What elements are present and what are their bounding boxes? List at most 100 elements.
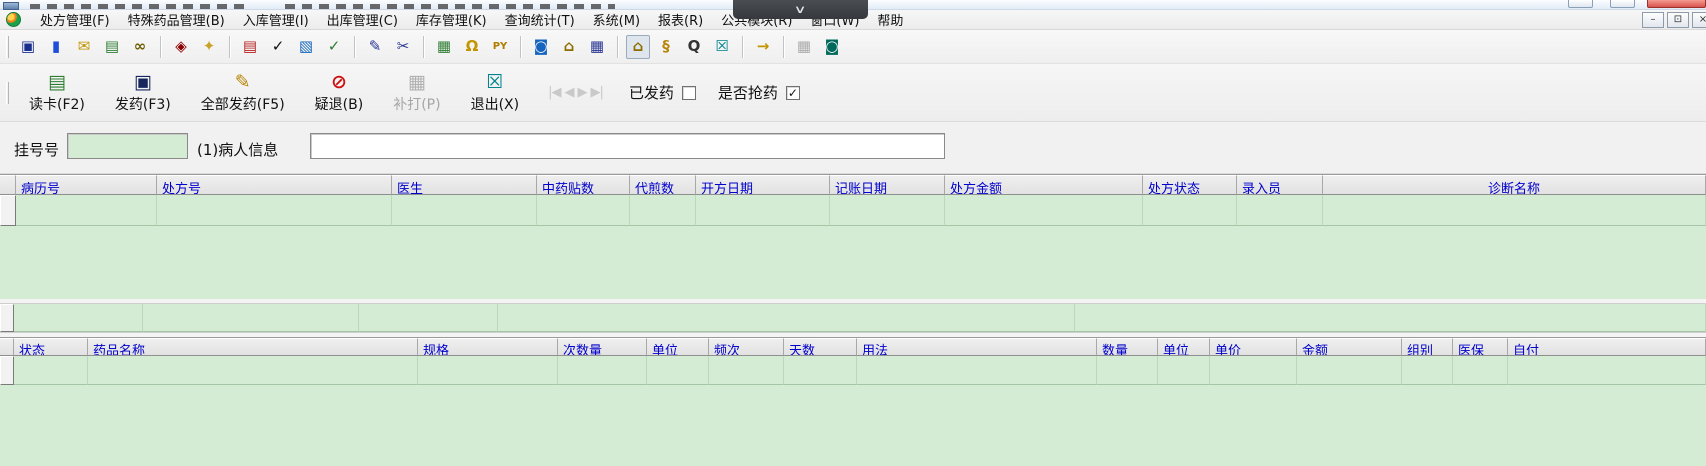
row-selector <box>0 195 16 226</box>
window-close-button[interactable] <box>1647 0 1706 8</box>
card-reader-icon[interactable]: ▣ <box>16 35 40 59</box>
table-row[interactable] <box>0 356 1706 385</box>
menu-item-5[interactable]: 查询统计(T) <box>496 8 584 31</box>
new-item-icon[interactable]: ✦ <box>197 35 221 59</box>
check-task-icon[interactable]: ✓ <box>266 35 290 59</box>
column-header-次数量[interactable]: 次数量 <box>558 338 647 356</box>
toolbar-gripper[interactable] <box>6 35 9 58</box>
menu-item-6[interactable]: 系统(M) <box>584 8 649 31</box>
column-header-处方状态[interactable]: 处方状态 <box>1143 175 1237 195</box>
red-seal-icon[interactable]: ◈ <box>169 35 193 59</box>
drug-table-header: 状态 药品名称 规格 次数量 单位 频次 天数 用法 数量 单位 单价 金额 组别 医保 自付 <box>0 338 1706 356</box>
column-header-规格[interactable]: 规格 <box>418 338 558 356</box>
binoculars-icon[interactable]: ∞ <box>128 35 152 59</box>
folder-open-icon[interactable]: ⌂ <box>626 34 650 59</box>
registration-number-input[interactable] <box>67 133 188 159</box>
medicine-bottle-icon[interactable]: ▮ <box>44 35 68 59</box>
clipboard-forward-icon[interactable]: ▤ <box>100 35 124 59</box>
exit-app-icon[interactable]: ◙ <box>820 35 844 59</box>
table-cell <box>1158 356 1210 385</box>
exit-box-icon[interactable]: ☒ <box>710 35 734 59</box>
column-header-数量[interactable]: 数量 <box>1097 338 1158 356</box>
column-header-单位[interactable]: 单位 <box>647 338 709 356</box>
page-check-icon[interactable]: ✓ <box>322 35 346 59</box>
column-header-代煎数[interactable]: 代煎数 <box>630 175 696 195</box>
table-row[interactable] <box>0 195 1706 226</box>
dispense-van-button[interactable]: ▣ 发药(F3) <box>106 68 180 118</box>
calendar-cancel-icon[interactable]: ✂ <box>391 35 415 59</box>
bell-icon[interactable]: Ω <box>460 35 484 59</box>
clipboard-add-icon[interactable]: ▧ <box>294 35 318 59</box>
strip-cell <box>14 304 143 332</box>
action-button-label: 补打(P) <box>393 96 441 113</box>
column-header-天数[interactable]: 天数 <box>784 338 857 356</box>
column-header-频次[interactable]: 频次 <box>709 338 784 356</box>
column-header-医生[interactable]: 医生 <box>392 175 537 195</box>
table-cell <box>857 356 1097 385</box>
column-header-中药贴数[interactable]: 中药贴数 <box>537 175 630 195</box>
refuse-return-button[interactable]: ⊘ 疑退(B) <box>306 68 373 118</box>
action-button-label: 退出(X) <box>470 96 520 113</box>
column-header-药品名称[interactable]: 药品名称 <box>88 338 418 356</box>
column-header-开方日期[interactable]: 开方日期 <box>696 175 830 195</box>
checkbox-0[interactable] <box>681 85 696 100</box>
column-header-病历号[interactable]: 病历号 <box>16 175 157 195</box>
menu-item-4[interactable]: 库存管理(K) <box>407 8 496 31</box>
table-cell <box>157 195 392 226</box>
menu-item-0[interactable]: 处方管理(F) <box>31 8 119 31</box>
window-maximize-button[interactable] <box>1610 0 1635 8</box>
column-header-selector[interactable] <box>0 338 14 356</box>
column-header-录入员[interactable]: 录入员 <box>1237 175 1323 195</box>
pinyin-badge-icon[interactable]: PY <box>488 35 512 59</box>
magnifier-icon[interactable]: Q <box>682 35 706 59</box>
card-reader-button[interactable]: ▤ 读卡(F2) <box>20 68 94 118</box>
strip-cell <box>1075 304 1706 332</box>
column-header-selector[interactable] <box>0 175 16 195</box>
column-header-处方金额[interactable]: 处方金额 <box>945 175 1143 195</box>
prescription-table: 病历号 处方号 医生 中药贴数 代煎数 开方日期 记账日期 处方金额 处方状态 录入员 诊断名称 <box>0 174 1706 299</box>
column-header-金额[interactable]: 金额 <box>1297 338 1402 356</box>
column-header-医保[interactable]: 医保 <box>1453 338 1508 356</box>
menu-item-7[interactable]: 报表(R) <box>649 8 712 31</box>
mdi-close-button[interactable]: × <box>1692 12 1706 28</box>
patient-info-input[interactable] <box>310 133 945 159</box>
application-window: ∨ 处方管理(F) 特殊药品管理(B) 入库管理(I) 出库管理(C) 库存管理(K) 查… <box>0 0 1706 466</box>
envelope-check-glyph: ✉ <box>77 37 91 55</box>
toolbar-gripper[interactable] <box>6 81 9 104</box>
calendar-search-icon[interactable]: ▦ <box>585 35 609 59</box>
folder-export-icon[interactable]: → <box>751 35 775 59</box>
mdi-minimize-button[interactable]: – <box>1642 12 1664 28</box>
column-header-处方号[interactable]: 处方号 <box>157 175 392 195</box>
overlay-collapse-bar[interactable]: ∨ <box>733 0 868 19</box>
column-header-组别[interactable]: 组别 <box>1402 338 1453 356</box>
menu-item-3[interactable]: 出库管理(C) <box>318 8 407 31</box>
medicine-bag-icon[interactable]: ◙ <box>529 35 553 59</box>
clipboard-red-arrow-icon[interactable]: ▤ <box>238 35 262 59</box>
window-minimize-button[interactable] <box>1568 0 1593 8</box>
clipboard-add-glyph: ▧ <box>298 37 314 55</box>
checkbox-1[interactable]: ✓ <box>785 85 800 100</box>
printer-disabled-icon[interactable]: ▦ <box>792 35 816 59</box>
column-header-记账日期[interactable]: 记账日期 <box>830 175 945 195</box>
dispense-all-button[interactable]: ✎ 全部发药(F5) <box>192 68 294 118</box>
menu-item-2[interactable]: 入库管理(I) <box>234 8 318 31</box>
envelope-check-icon[interactable]: ✉ <box>72 35 96 59</box>
action-button-label: 发药(F3) <box>114 96 171 113</box>
menu-item-1[interactable]: 特殊药品管理(B) <box>119 8 234 31</box>
table-cell <box>16 195 157 226</box>
exit-button[interactable]: ☒ 退出(X) <box>462 68 529 118</box>
column-header-单价[interactable]: 单价 <box>1210 338 1297 356</box>
calculator-icon[interactable]: ▦ <box>432 35 456 59</box>
column-header-单位[interactable]: 单位 <box>1158 338 1210 356</box>
folder-search-icon[interactable]: ⌂ <box>557 35 581 59</box>
column-header-自付[interactable]: 自付 <box>1508 338 1706 356</box>
drug-table-empty-area <box>0 385 1706 466</box>
calendar-edit-icon[interactable]: ✎ <box>363 35 387 59</box>
column-header-用法[interactable]: 用法 <box>857 338 1097 356</box>
menu-item-10[interactable]: 帮助 <box>868 8 912 31</box>
key-icon[interactable]: § <box>654 35 678 59</box>
mdi-restore-button[interactable]: ⊡ <box>1667 12 1689 28</box>
column-header-诊断名称[interactable]: 诊断名称 <box>1323 175 1706 195</box>
column-header-状态[interactable]: 状态 <box>14 338 88 356</box>
record-navigation: |◀ ◀ ▶ ▶| <box>548 85 604 100</box>
